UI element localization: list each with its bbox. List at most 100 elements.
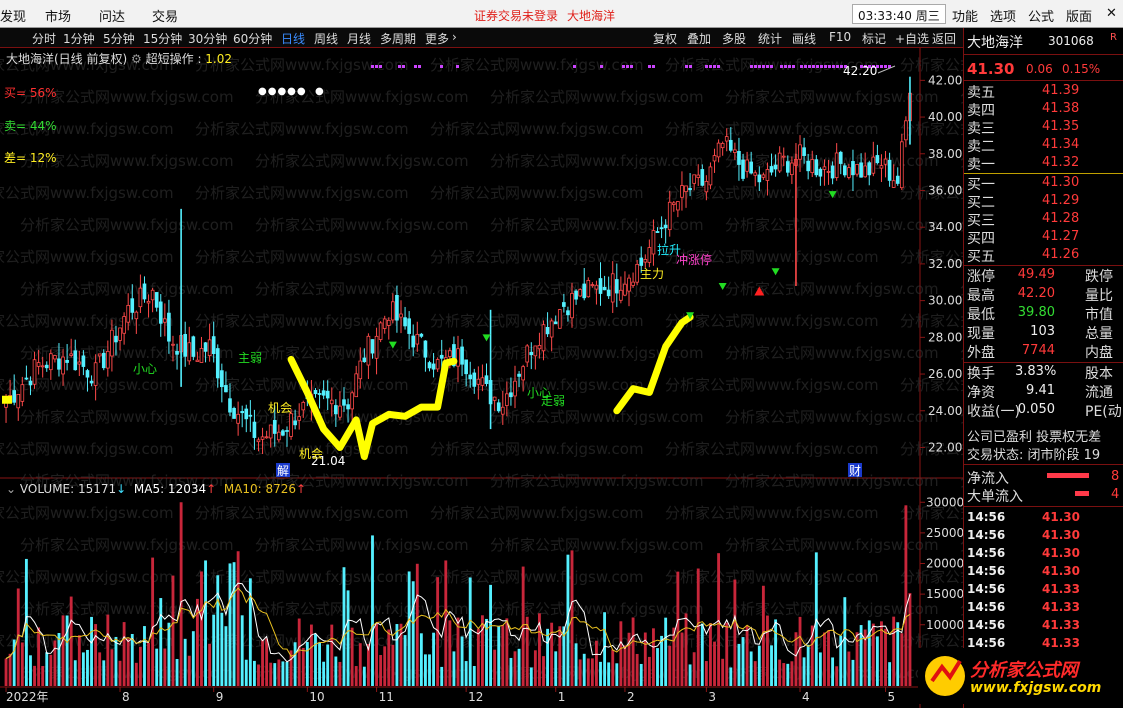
menu-formula[interactable]: 公式 bbox=[1028, 6, 1054, 25]
annotation-3: 小心 bbox=[133, 362, 157, 376]
bid-row[interactable]: 买一 41.30 bbox=[967, 174, 1123, 193]
bid-price: 41.27 bbox=[1042, 229, 1080, 244]
tab-daily[interactable]: 日线 bbox=[281, 30, 305, 47]
candle-body bbox=[215, 348, 220, 379]
menu-options[interactable]: 选项 bbox=[990, 6, 1016, 25]
candle-body bbox=[647, 247, 652, 263]
menu-discover[interactable]: 发现 bbox=[0, 6, 26, 25]
x-tick-label: 2 bbox=[627, 690, 635, 704]
multi-stock-button[interactable]: 多股 bbox=[722, 30, 746, 47]
volume-bar bbox=[497, 625, 501, 686]
draw-line-button[interactable]: 画线 bbox=[792, 30, 816, 47]
tab-5min[interactable]: 5分钟 bbox=[103, 30, 135, 47]
signal-dot bbox=[812, 65, 815, 68]
f10-button[interactable]: F10 bbox=[829, 30, 851, 44]
volume-bar bbox=[607, 662, 611, 686]
signal-dot bbox=[880, 65, 883, 68]
candle-body bbox=[171, 343, 175, 346]
close-icon[interactable]: ✕ bbox=[1106, 6, 1117, 21]
tab-more[interactable]: 更多 bbox=[425, 30, 449, 47]
candle-body bbox=[329, 399, 334, 405]
bid-row[interactable]: 买五 41.26 bbox=[967, 246, 1123, 265]
adjust-button[interactable]: 复权 bbox=[653, 30, 677, 47]
candle-body bbox=[16, 393, 21, 409]
candle-body bbox=[875, 155, 880, 164]
candle-body bbox=[720, 143, 725, 149]
tab-multi-period[interactable]: 多周期 bbox=[380, 30, 416, 47]
back-button[interactable]: 返回 bbox=[932, 30, 956, 47]
candle-body bbox=[65, 359, 69, 363]
menu-wenda[interactable]: 问达 bbox=[99, 6, 125, 25]
volume-bar bbox=[314, 633, 317, 686]
menu-trade[interactable]: 交易 bbox=[152, 6, 178, 25]
overlay-button[interactable]: 叠加 bbox=[687, 30, 711, 47]
volume-bar bbox=[102, 660, 106, 686]
tab-30min[interactable]: 30分钟 bbox=[188, 30, 227, 47]
volume-bar bbox=[358, 643, 362, 686]
candle-body bbox=[350, 392, 354, 410]
statistics-button[interactable]: 统计 bbox=[758, 30, 782, 47]
watermark-text: 分析家公式网www.fxjgsw.com bbox=[725, 88, 939, 106]
mark-button[interactable]: 标记 bbox=[862, 30, 886, 47]
candle-body bbox=[448, 350, 452, 357]
add-watchlist-button[interactable]: +自选 bbox=[895, 30, 929, 47]
price-tick-label: 26.00 bbox=[928, 367, 962, 381]
candle-body bbox=[110, 329, 114, 357]
price-tick-label: 38.00 bbox=[928, 147, 962, 161]
signal-dot bbox=[705, 65, 708, 68]
volume-bar bbox=[415, 563, 419, 686]
indicator-name[interactable]: 超短操作 bbox=[146, 52, 194, 66]
ask-row[interactable]: 卖二 41.34 bbox=[967, 136, 1123, 155]
candle-body bbox=[28, 380, 33, 386]
tab-timeshare[interactable]: 分时 bbox=[32, 30, 56, 47]
tab-weekly[interactable]: 周线 bbox=[314, 30, 338, 47]
ask-row[interactable]: 卖五 41.39 bbox=[967, 82, 1123, 101]
volume-bar bbox=[721, 658, 725, 686]
trade-status: 交易状态: 闭市阶段 19 bbox=[967, 448, 1101, 463]
login-warning[interactable]: 证券交易未登录 bbox=[474, 7, 558, 24]
candle-body bbox=[289, 413, 293, 437]
candle-body bbox=[688, 187, 692, 191]
tab-60min[interactable]: 60分钟 bbox=[233, 30, 272, 47]
bid-row[interactable]: 买三 41.28 bbox=[967, 210, 1123, 229]
candle-body bbox=[199, 348, 204, 363]
menu-layout[interactable]: 版面 bbox=[1066, 6, 1092, 25]
volume-bar bbox=[554, 651, 558, 686]
volume-bar bbox=[704, 661, 708, 686]
watermark-text: 分析家公式网www.fxjgsw.com bbox=[430, 56, 644, 74]
candle-body bbox=[138, 287, 143, 308]
volume-bar bbox=[908, 593, 912, 686]
bid-row[interactable]: 买四 41.27 bbox=[967, 228, 1123, 247]
volume-bar bbox=[261, 640, 264, 686]
tab-15min[interactable]: 15分钟 bbox=[143, 30, 182, 47]
candle-body bbox=[663, 224, 668, 229]
chart-settings-icon[interactable]: ⚙ bbox=[131, 52, 142, 66]
annotation-0: 42.20 bbox=[843, 64, 877, 78]
ask-row[interactable]: 卖四 41.38 bbox=[967, 100, 1123, 119]
signal-dot bbox=[418, 65, 421, 68]
volume-bar bbox=[766, 615, 769, 686]
volume-bar bbox=[163, 648, 167, 686]
tab-monthly[interactable]: 月线 bbox=[347, 30, 371, 47]
tab-1min[interactable]: 1分钟 bbox=[63, 30, 95, 47]
tick-row: 14:56 41.30 bbox=[967, 510, 1080, 524]
watermark-text: 分析家公式网www.fxjgsw.com bbox=[20, 536, 234, 554]
volume-bar bbox=[362, 666, 366, 686]
signal-dot bbox=[717, 65, 720, 68]
candle-body bbox=[822, 166, 827, 170]
volume-bar bbox=[692, 652, 696, 686]
volume-bar bbox=[725, 622, 729, 686]
ask-row[interactable]: 卖一 41.32 bbox=[967, 154, 1123, 173]
menu-function[interactable]: 功能 bbox=[952, 6, 978, 25]
menu-market[interactable]: 市场 bbox=[45, 6, 71, 25]
chevron-right-icon[interactable]: › bbox=[452, 30, 457, 44]
kline-chart[interactable]: 分析家公式网www.fxjgsw.com 分析家公式网www.fxjgsw.com… bbox=[0, 48, 963, 708]
annotation-12: 财 bbox=[849, 464, 861, 478]
candle-body bbox=[553, 321, 558, 325]
volume-bar bbox=[208, 643, 212, 686]
collapse-icon[interactable]: ⌄ bbox=[6, 482, 16, 496]
stat-row: 现量 103 总量 bbox=[967, 324, 1113, 342]
ask-row[interactable]: 卖三 41.35 bbox=[967, 118, 1123, 137]
watermark-text: 分析家公式网www.fxjgsw.com bbox=[195, 120, 409, 138]
bid-row[interactable]: 买二 41.29 bbox=[967, 192, 1123, 211]
